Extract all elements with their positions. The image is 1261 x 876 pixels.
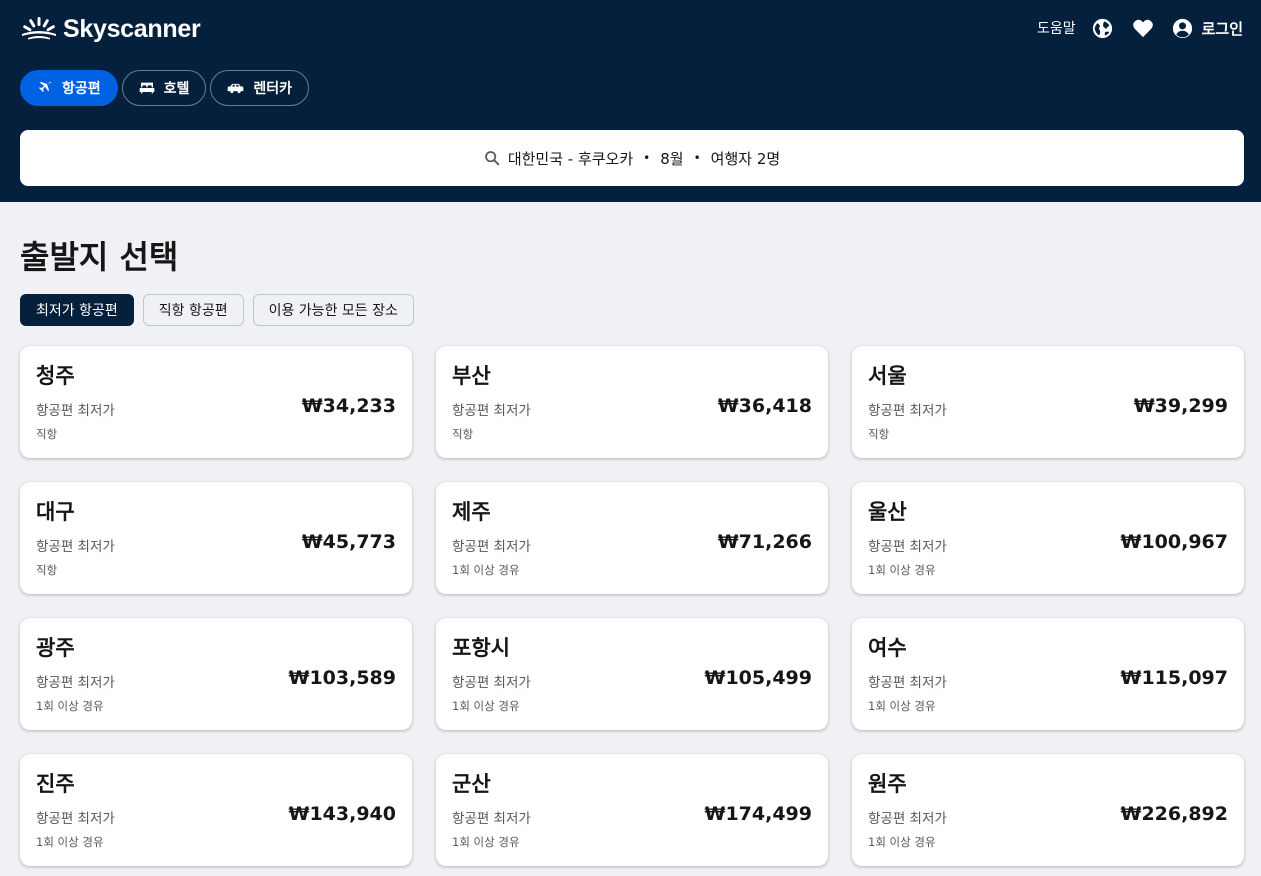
card-city: 청주 (36, 364, 75, 388)
search-month: 8월 (660, 149, 684, 168)
bed-icon (139, 82, 154, 94)
brand-name: Skyscanner (63, 14, 201, 43)
card-price-label: 항공편 최저가 (452, 403, 531, 419)
card-price: ₩36,418 (717, 395, 812, 417)
card-price: ₩45,773 (301, 531, 396, 553)
destination-card[interactable]: 서울 항공편 최저가 ₩39,299 직항 (852, 346, 1244, 458)
card-city: 대구 (36, 500, 75, 524)
card-route-type: 1회 이상 경유 (452, 699, 520, 713)
destination-card[interactable]: 원주 항공편 최저가 ₩226,892 1회 이상 경유 (852, 754, 1244, 866)
card-route-type: 1회 이상 경유 (36, 835, 104, 849)
separator-dot: • (643, 151, 651, 165)
card-price: ₩115,097 (1120, 667, 1229, 689)
destination-card[interactable]: 군산 항공편 최저가 ₩174,499 1회 이상 경유 (436, 754, 828, 866)
tab-hotels[interactable]: 호텔 (121, 70, 207, 106)
card-city: 부산 (452, 364, 491, 388)
page-title: 출발지 선택 (20, 238, 179, 276)
card-price-label: 항공편 최저가 (452, 675, 531, 691)
card-city: 진주 (36, 772, 75, 796)
card-route-type: 1회 이상 경유 (868, 563, 936, 577)
card-price: ₩226,892 (1120, 803, 1229, 825)
card-price: ₩174,499 (704, 803, 813, 825)
globe-icon[interactable] (1092, 17, 1114, 39)
card-price: ₩39,299 (1133, 395, 1228, 417)
card-price-label: 항공편 최저가 (868, 539, 947, 555)
tab-label: 렌터카 (253, 81, 293, 97)
filter-cheapest[interactable]: 최저가 항공편 (20, 294, 134, 326)
card-price: ₩100,967 (1120, 531, 1229, 553)
destination-card[interactable]: 포항시 항공편 최저가 ₩105,499 1회 이상 경유 (436, 618, 828, 730)
card-price-label: 항공편 최저가 (452, 811, 531, 827)
card-route-type: 1회 이상 경유 (868, 835, 936, 849)
card-route-type: 직항 (452, 427, 474, 441)
destination-grid: 청주 항공편 최저가 ₩34,233 직항 부산 항공편 최저가 ₩36,418… (20, 346, 1244, 866)
card-price-label: 항공편 최저가 (36, 539, 115, 555)
card-price: ₩143,940 (288, 803, 397, 825)
card-price: ₩105,499 (704, 667, 813, 689)
card-price: ₩103,589 (288, 667, 397, 689)
card-price: ₩34,233 (301, 395, 396, 417)
destination-card[interactable]: 청주 항공편 최저가 ₩34,233 직항 (20, 346, 412, 458)
destination-card[interactable]: 울산 항공편 최저가 ₩100,967 1회 이상 경유 (852, 482, 1244, 594)
card-city: 포항시 (452, 636, 510, 660)
skyscanner-logo[interactable]: Skyscanner (20, 14, 201, 44)
card-price-label: 항공편 최저가 (452, 539, 531, 555)
filter-chips: 최저가 항공편 직항 항공편 이용 가능한 모든 장소 (20, 294, 423, 326)
filter-direct[interactable]: 직항 항공편 (142, 294, 244, 326)
card-city: 원주 (868, 772, 907, 796)
help-link[interactable]: 도움말 (1037, 18, 1076, 38)
top-nav: 도움말 로그인 (1037, 14, 1243, 42)
search-route: 대한민국 - 후쿠오카 (507, 149, 634, 168)
card-price: ₩71,266 (717, 531, 812, 553)
destination-card[interactable]: 진주 항공편 최저가 ₩143,940 1회 이상 경유 (20, 754, 412, 866)
sunrise-logo-icon (22, 17, 56, 40)
destination-card[interactable]: 대구 항공편 최저가 ₩45,773 직항 (20, 482, 412, 594)
card-route-type: 직항 (868, 427, 890, 441)
destination-card[interactable]: 광주 항공편 최저가 ₩103,589 1회 이상 경유 (20, 618, 412, 730)
tab-car-hire[interactable]: 렌터카 (210, 70, 310, 106)
separator-dot: • (693, 151, 701, 165)
destination-card[interactable]: 제주 항공편 최저가 ₩71,266 1회 이상 경유 (436, 482, 828, 594)
account-icon (1172, 18, 1192, 38)
card-city: 광주 (36, 636, 75, 660)
product-tabs: 항공편 호텔 렌터카 (20, 70, 313, 106)
card-city: 여수 (868, 636, 907, 660)
card-city: 울산 (868, 500, 907, 524)
card-price-label: 항공편 최저가 (36, 675, 115, 691)
car-icon (228, 83, 244, 93)
plane-icon (39, 81, 52, 92)
login-label: 로그인 (1201, 19, 1243, 38)
tab-label: 항공편 (62, 81, 101, 97)
card-route-type: 1회 이상 경유 (36, 699, 104, 713)
card-city: 서울 (868, 364, 907, 388)
search-summary-bar[interactable]: 대한민국 - 후쿠오카 • 8월 • 여행자 2명 (20, 130, 1244, 186)
card-route-type: 1회 이상 경유 (452, 563, 520, 577)
search-travelers: 여행자 2명 (710, 149, 781, 168)
card-price-label: 항공편 최저가 (868, 675, 947, 691)
destination-card[interactable]: 부산 항공편 최저가 ₩36,418 직항 (436, 346, 828, 458)
card-route-type: 1회 이상 경유 (868, 699, 936, 713)
card-route-type: 1회 이상 경유 (452, 835, 520, 849)
tab-label: 호텔 (163, 81, 190, 97)
card-price-label: 항공편 최저가 (36, 403, 115, 419)
destination-card[interactable]: 여수 항공편 최저가 ₩115,097 1회 이상 경유 (852, 618, 1244, 730)
filter-all-places[interactable]: 이용 가능한 모든 장소 (252, 294, 414, 326)
card-price-label: 항공편 최저가 (868, 811, 947, 827)
card-route-type: 직항 (36, 427, 58, 441)
heart-icon[interactable] (1132, 17, 1154, 39)
card-route-type: 직항 (36, 563, 58, 577)
login-button[interactable]: 로그인 (1172, 18, 1243, 39)
card-price-label: 항공편 최저가 (36, 811, 115, 827)
card-city: 군산 (452, 772, 491, 796)
tab-flights[interactable]: 항공편 (20, 70, 118, 106)
site-header: Skyscanner 도움말 로그인 항공편 호텔 렌터카 대한민국 - 후쿠오 (0, 0, 1261, 202)
card-price-label: 항공편 최저가 (868, 403, 947, 419)
card-city: 제주 (452, 500, 491, 524)
search-icon (484, 151, 500, 166)
